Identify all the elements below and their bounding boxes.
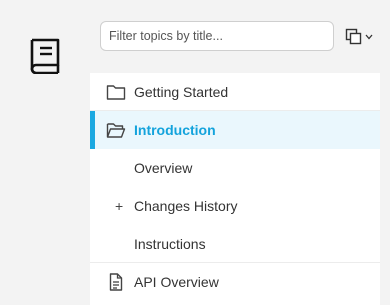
right-gutter — [380, 0, 390, 305]
nav-item-label: API Overview — [134, 274, 219, 290]
folder-icon — [106, 85, 126, 100]
nav-item-introduction[interactable]: Introduction — [90, 111, 380, 149]
nav-item-label: Introduction — [134, 122, 216, 138]
expand-icon[interactable]: + — [115, 198, 123, 214]
search-bar — [90, 0, 380, 73]
nav-item-label: Instructions — [134, 235, 206, 252]
book-icon[interactable] — [27, 36, 63, 74]
topics-nav: Getting Started Introduction Overview + … — [90, 73, 380, 301]
nav-item-label: Overview — [134, 160, 193, 176]
nav-item-label: Getting Started — [134, 83, 229, 100]
document-icon — [109, 273, 123, 291]
chevron-down-icon — [365, 34, 373, 40]
nav-item-api-overview[interactable]: API Overview — [90, 263, 380, 301]
nav-item-overview[interactable]: Overview — [90, 149, 380, 187]
nav-item-changes-history[interactable]: + Changes History — [90, 187, 380, 225]
copy-button[interactable] — [345, 26, 377, 48]
nav-item-instructions[interactable]: Instructions — [90, 225, 380, 263]
nav-item-label: Changes History — [134, 198, 238, 214]
nav-item-getting-started[interactable]: Getting Started — [90, 73, 380, 111]
topics-panel: Getting Started Introduction Overview + … — [90, 0, 380, 305]
folder-open-icon — [106, 123, 126, 138]
left-rail — [0, 0, 90, 305]
copy-icon — [345, 28, 362, 45]
search-input[interactable] — [100, 21, 334, 51]
